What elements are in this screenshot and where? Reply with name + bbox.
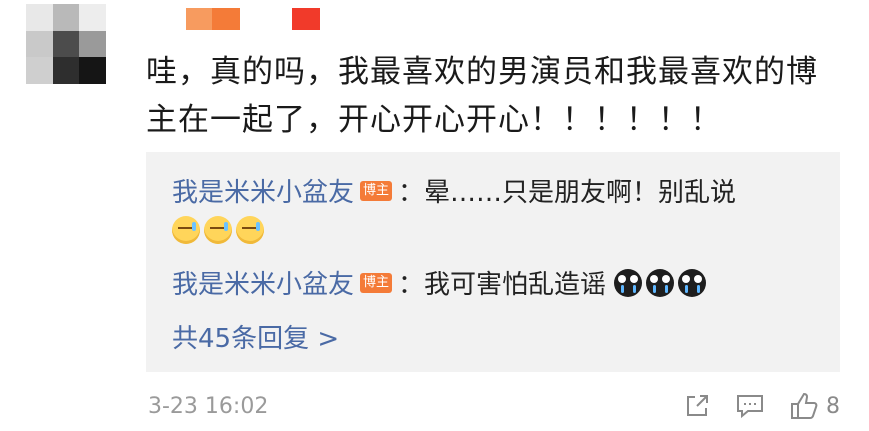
avatar[interactable]: [26, 4, 106, 84]
sweat-emoji-icon: [236, 216, 264, 244]
username-redacted[interactable]: [186, 8, 320, 30]
comment-icon: [737, 395, 763, 419]
cry-emoji-icon: [614, 268, 643, 297]
author-badge: 博主: [360, 272, 393, 293]
action-bar: 8: [682, 390, 840, 422]
reply-item: 我是米米小盆友 博主 ：晕……只是朋友啊！别乱说: [172, 172, 736, 209]
share-icon: [687, 395, 708, 416]
like-icon: [791, 392, 818, 419]
cry-emoji-icon: [646, 268, 675, 297]
author-badge: 博主: [360, 180, 393, 201]
reply-user[interactable]: 我是米米小盆友: [172, 264, 354, 301]
reply-user[interactable]: 我是米米小盆友: [172, 172, 354, 209]
sweat-emoji-icon: [172, 216, 200, 244]
reply-emojis: [614, 268, 707, 297]
cry-emoji-icon: [678, 268, 707, 297]
comment-button[interactable]: [734, 391, 766, 421]
comment-text: 哇，真的吗，我最喜欢的男演员和我最喜欢的博主在一起了，开心开心开心！！！！！！: [146, 54, 818, 138]
share-button[interactable]: [682, 391, 712, 421]
sweat-emoji-icon: [204, 216, 232, 244]
reply-thread[interactable]: 我是米米小盆友 博主 ：晕……只是朋友啊！别乱说 我是米米小盆友 博主 ：我可害…: [146, 152, 840, 372]
reply-text: ：晕……只是朋友啊！别乱说: [398, 178, 737, 208]
timestamp: 3-23 16:02: [148, 394, 269, 419]
more-replies-link[interactable]: 共45条回复 >: [172, 318, 339, 355]
like-count: 8: [826, 393, 840, 419]
reply-emojis: [172, 216, 264, 244]
comment-footer: 3-23 16:02 8: [146, 390, 840, 426]
reply-item: 我是米米小盆友 博主 ：我可害怕乱造谣: [172, 264, 707, 301]
like-button[interactable]: 8: [788, 390, 840, 422]
reply-text: ：我可害怕乱造谣: [398, 270, 607, 300]
